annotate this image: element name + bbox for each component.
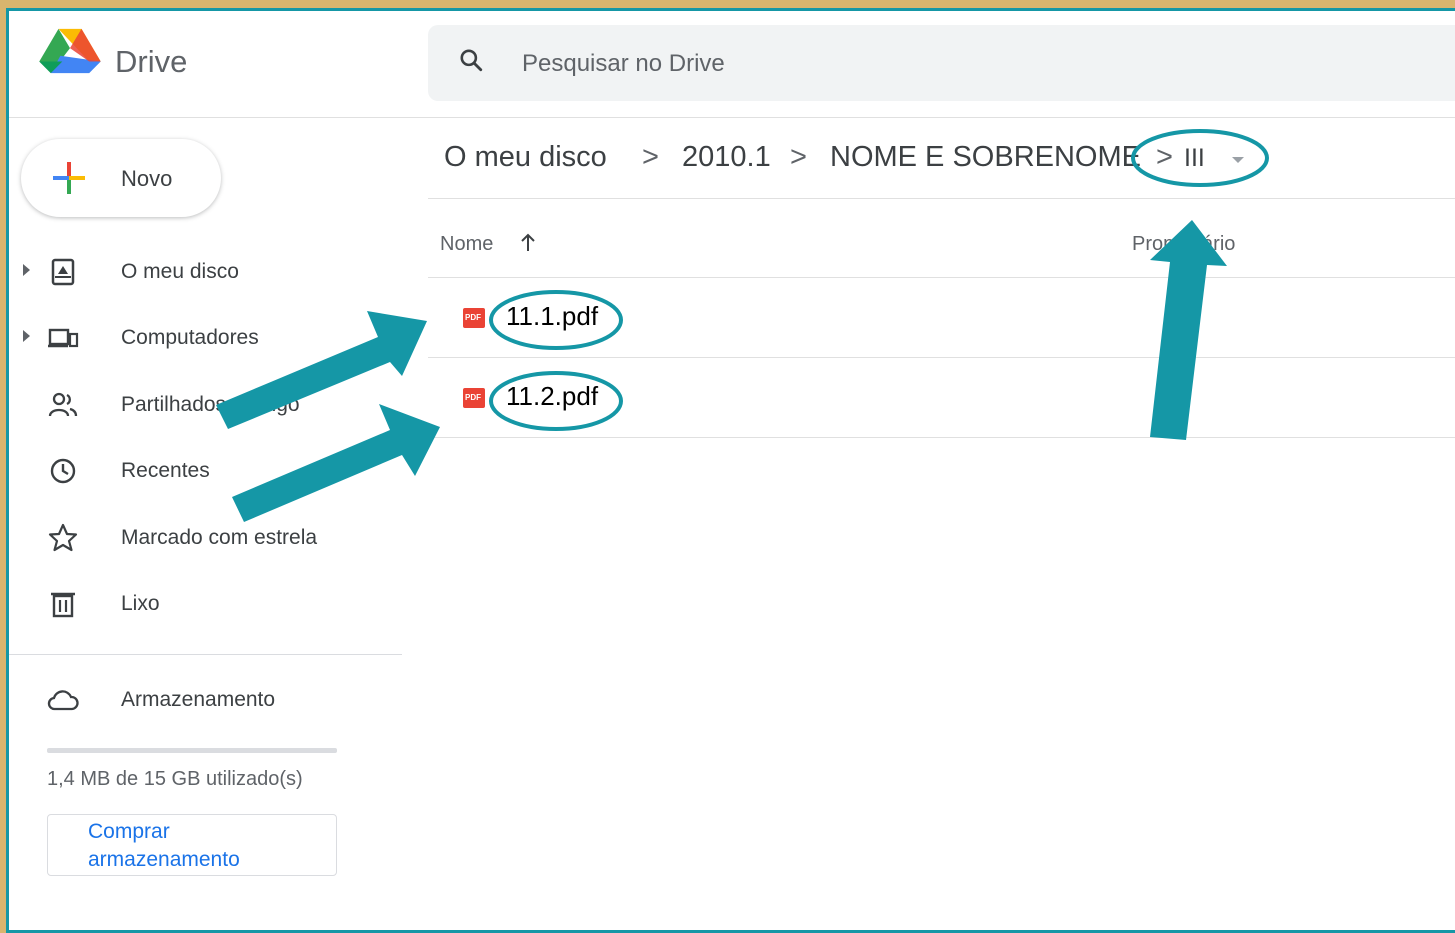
chevron-down-icon[interactable]: [1232, 157, 1244, 163]
breadcrumb-separator: >: [642, 141, 659, 173]
sidebar-item-computers[interactable]: Computadores: [9, 312, 409, 364]
sidebar-item-label: Marcado com estrela: [121, 526, 318, 549]
row-divider: [428, 437, 1455, 438]
sidebar-item-label: Partilhados comigo: [121, 393, 300, 416]
breadcrumb-separator: >: [790, 141, 807, 173]
pdf-icon: PDF: [463, 388, 485, 408]
drive-window: Drive Pesquisar no Drive Novo O meu disc…: [9, 11, 1455, 925]
sidebar-item-starred[interactable]: Marcado com estrela: [9, 512, 409, 564]
sidebar-divider: [9, 654, 402, 655]
new-button-label: Novo: [121, 166, 173, 191]
storage-usage-bar: [47, 748, 337, 753]
search-bar[interactable]: Pesquisar no Drive: [428, 25, 1455, 101]
file-name[interactable]: 11.2.pdf: [506, 381, 598, 412]
my-drive-icon: [51, 258, 75, 286]
header-divider: [9, 117, 1455, 118]
file-name[interactable]: 11.1.pdf: [506, 301, 598, 332]
search-input[interactable]: Pesquisar no Drive: [522, 50, 725, 78]
sidebar-item-recent[interactable]: Recentes: [9, 445, 409, 497]
star-icon: [48, 523, 78, 552]
sidebar-item-label: O meu disco: [121, 260, 239, 283]
buy-storage-label: Comprar armazenamento: [88, 820, 240, 871]
breadcrumb-item-current[interactable]: III: [1184, 144, 1205, 173]
search-icon[interactable]: [458, 47, 484, 73]
computers-icon: [48, 328, 79, 348]
google-drive-logo[interactable]: [39, 27, 101, 75]
breadcrumb-item-2010-1[interactable]: 2010.1: [682, 141, 771, 174]
trash-icon: [51, 592, 75, 618]
sort-arrow-up-icon[interactable]: [517, 232, 539, 254]
pdf-icon: PDF: [463, 308, 485, 328]
expand-arrow-icon[interactable]: [23, 330, 30, 342]
sidebar-item-label: Recentes: [121, 459, 210, 482]
buy-storage-button[interactable]: Comprar armazenamento: [47, 814, 337, 876]
breadcrumb-item-name[interactable]: NOME E SOBRENOME: [830, 141, 1141, 174]
clock-icon: [50, 458, 76, 484]
brand-name: Drive: [115, 44, 188, 79]
shared-icon: [48, 392, 78, 417]
sidebar-item-label: Computadores: [121, 326, 259, 349]
table-row[interactable]: PDF 11.1.pdf: [428, 278, 1455, 358]
breadcrumb-separator: >: [1156, 141, 1173, 173]
breadcrumb-item-my-drive[interactable]: O meu disco: [444, 141, 607, 174]
new-button[interactable]: Novo: [21, 139, 221, 217]
sidebar-item-shared[interactable]: Partilhados comigo: [9, 379, 409, 431]
sidebar-item-label: Lixo: [121, 592, 160, 615]
sidebar-item-storage[interactable]: Armazenamento: [9, 674, 409, 726]
column-header-name[interactable]: Nome: [440, 233, 493, 256]
plus-icon: [53, 162, 85, 194]
sidebar-item-label: Armazenamento: [121, 688, 276, 711]
storage-usage-text: 1,4 MB de 15 GB utilizado(s): [47, 768, 303, 790]
table-row[interactable]: PDF 11.2.pdf: [428, 358, 1455, 438]
column-header-owner[interactable]: Proprietário: [1132, 233, 1235, 256]
expand-arrow-icon[interactable]: [23, 264, 30, 276]
sidebar-item-trash[interactable]: Lixo: [9, 578, 409, 630]
cloud-icon: [47, 690, 79, 711]
breadcrumb-divider: [428, 198, 1455, 199]
sidebar-item-my-drive[interactable]: O meu disco: [9, 246, 409, 298]
